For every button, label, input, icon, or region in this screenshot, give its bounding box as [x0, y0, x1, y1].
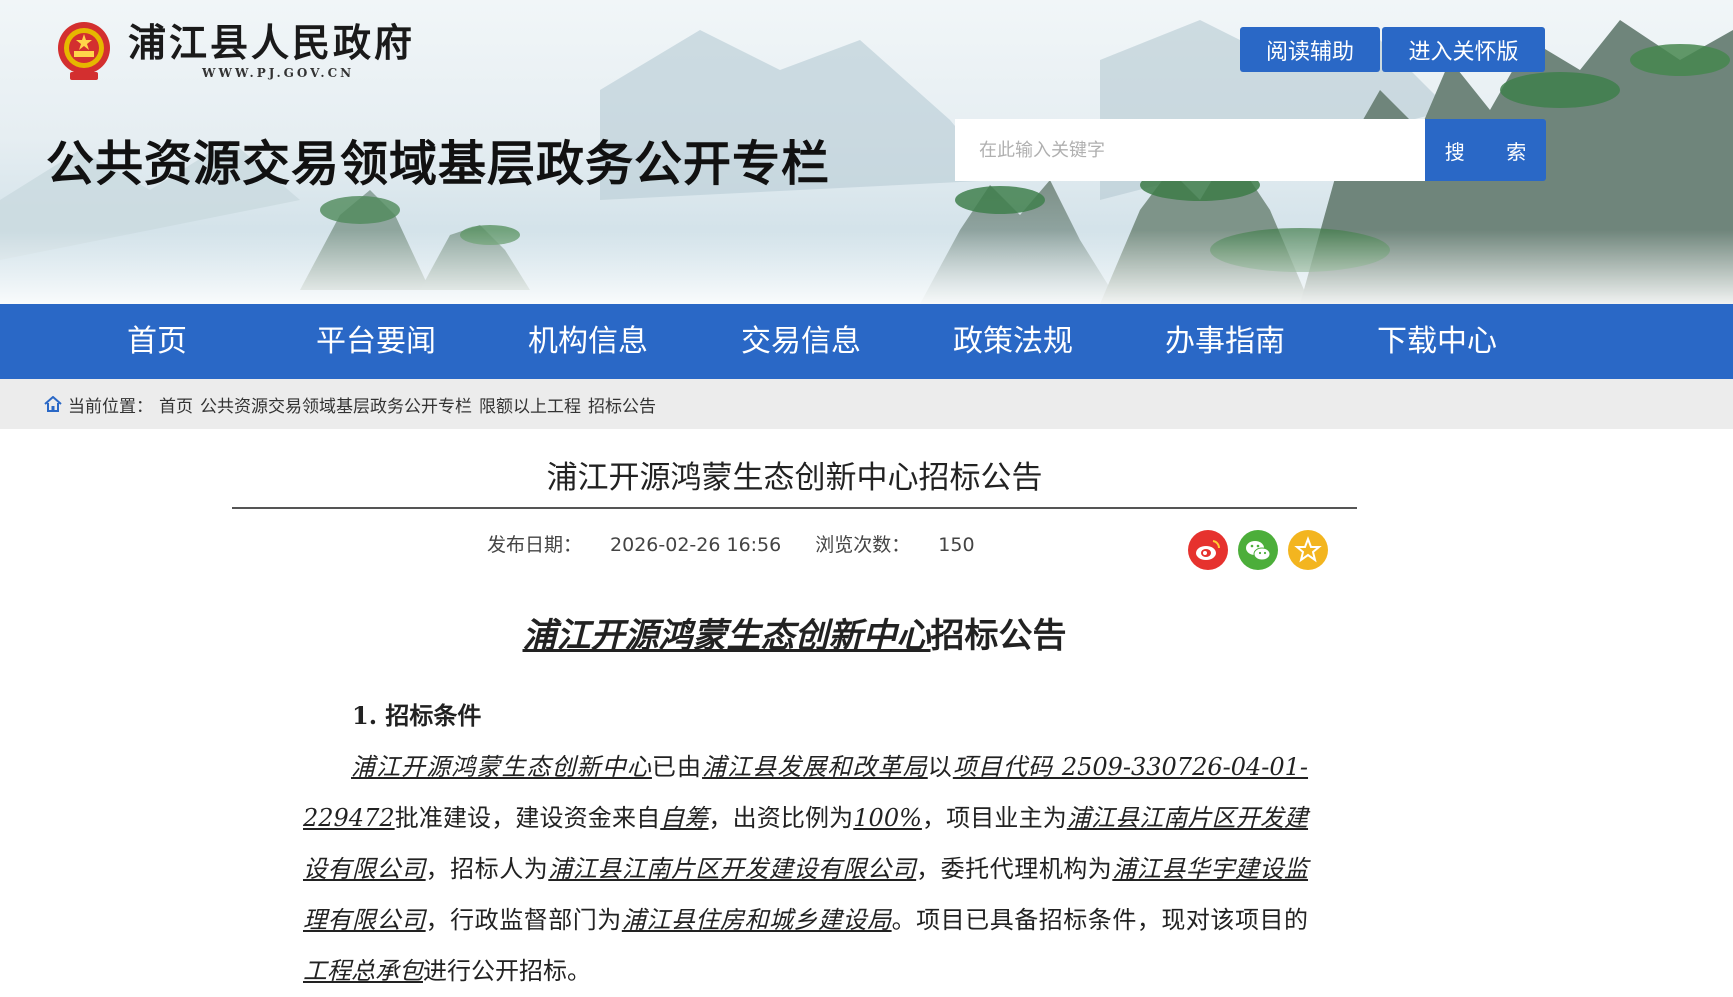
- search-button[interactable]: 搜 索: [1425, 119, 1546, 181]
- title-divider: [232, 507, 1357, 509]
- section-heading: 1. 招标条件: [352, 701, 482, 730]
- nav-item-download[interactable]: 下载中心: [1361, 304, 1513, 379]
- reading-assist-button[interactable]: 阅读辅助: [1240, 27, 1380, 72]
- nav-item-policy[interactable]: 政策法规: [937, 304, 1089, 379]
- nav-item-trade-info[interactable]: 交易信息: [725, 304, 877, 379]
- breadcrumb: 当前位置： 首页 公共资源交易领域基层政务公开专栏 限额以上工程 招标公告: [0, 379, 1733, 429]
- para-segment: 自筹: [660, 804, 709, 832]
- nav-item-platform-news[interactable]: 平台要闻: [300, 304, 452, 379]
- para-segment: 进行公开招标。: [423, 957, 591, 985]
- wechat-icon: [1238, 530, 1278, 570]
- para-segment: 浦江县江南片区开发建设有限公司: [548, 855, 917, 883]
- para-segment: 浦江县发展和改革局: [702, 753, 928, 781]
- para-segment: 浦江县住房和城乡建设局: [621, 906, 892, 934]
- main-nav: 首页 平台要闻 机构信息 交易信息 政策法规 办事指南 下载中心: [0, 304, 1733, 379]
- article-meta: 发布日期： 2026-02-26 16:56 浏览次数： 150: [487, 530, 1003, 557]
- publish-date: 2026-02-26 16:56: [610, 534, 782, 556]
- para-segment: ，招标人为: [425, 855, 549, 883]
- para-segment: 工程总承包: [303, 957, 423, 985]
- favorite-star-icon: [1288, 530, 1328, 570]
- breadcrumb-category[interactable]: 限额以上工程: [479, 392, 581, 417]
- weibo-icon: [1188, 530, 1228, 570]
- column-title: 公共资源交易领域基层政务公开专栏: [46, 136, 831, 192]
- para-segment: ，委托代理机构为: [916, 855, 1113, 883]
- publish-date-label: 发布日期：: [487, 534, 583, 556]
- para-segment: 以: [927, 753, 953, 781]
- para-segment: ，出资比例为: [708, 804, 854, 832]
- share-wechat-button[interactable]: [1238, 530, 1278, 570]
- para-segment: 已由: [651, 753, 703, 781]
- share-weibo-button[interactable]: [1188, 530, 1228, 570]
- article-title: 浦江开源鸿蒙生态创新中心招标公告: [546, 460, 1043, 496]
- nav-item-home[interactable]: 首页: [97, 304, 217, 379]
- home-icon: [44, 396, 62, 412]
- breadcrumb-label: 当前位置：: [68, 396, 153, 417]
- favorite-button[interactable]: [1288, 530, 1328, 570]
- search-input[interactable]: [955, 119, 1425, 181]
- views-label: 浏览次数：: [815, 534, 911, 556]
- breadcrumb-column[interactable]: 公共资源交易领域基层政务公开专栏: [200, 392, 472, 417]
- national-emblem-icon: [58, 22, 110, 80]
- breadcrumb-home[interactable]: 首页: [159, 392, 193, 417]
- para-segment: ，行政监督部门为: [425, 906, 622, 934]
- tender-conditions-paragraph: 浦江开源鸿蒙生态创新中心已由浦江县发展和改革局以项目代码 2509-330726…: [303, 742, 1308, 997]
- para-segment: 浦江开源鸿蒙生态创新中心: [351, 753, 652, 781]
- view-count: 150: [938, 534, 975, 556]
- site-url: WWW.PJ.GOV.CN: [202, 66, 355, 80]
- para-segment: 批准建设，建设资金来自: [394, 804, 661, 832]
- header-banner: 浦江县人民政府 WWW.PJ.GOV.CN 公共资源交易领域基层政务公开专栏 阅…: [0, 0, 1733, 304]
- para-segment: 100%: [853, 804, 922, 832]
- para-segment: ，项目业主为: [921, 804, 1067, 832]
- nav-item-org-info[interactable]: 机构信息: [512, 304, 664, 379]
- site-name: 浦江县人民政府: [128, 20, 416, 65]
- nav-item-guide[interactable]: 办事指南: [1149, 304, 1301, 379]
- breadcrumb-current[interactable]: 招标公告: [588, 392, 656, 417]
- site-logo[interactable]: 浦江县人民政府 WWW.PJ.GOV.CN: [56, 20, 415, 82]
- document-title-project: 浦江开源鸿蒙生态创新中心: [522, 616, 931, 656]
- para-segment: 。项目已具备招标条件，现对该项目的: [891, 906, 1309, 934]
- document-title-suffix: 招标公告: [930, 616, 1067, 656]
- document-title: 浦江开源鸿蒙生态创新中心招标公告: [232, 608, 1357, 657]
- care-mode-button[interactable]: 进入关怀版: [1382, 27, 1545, 72]
